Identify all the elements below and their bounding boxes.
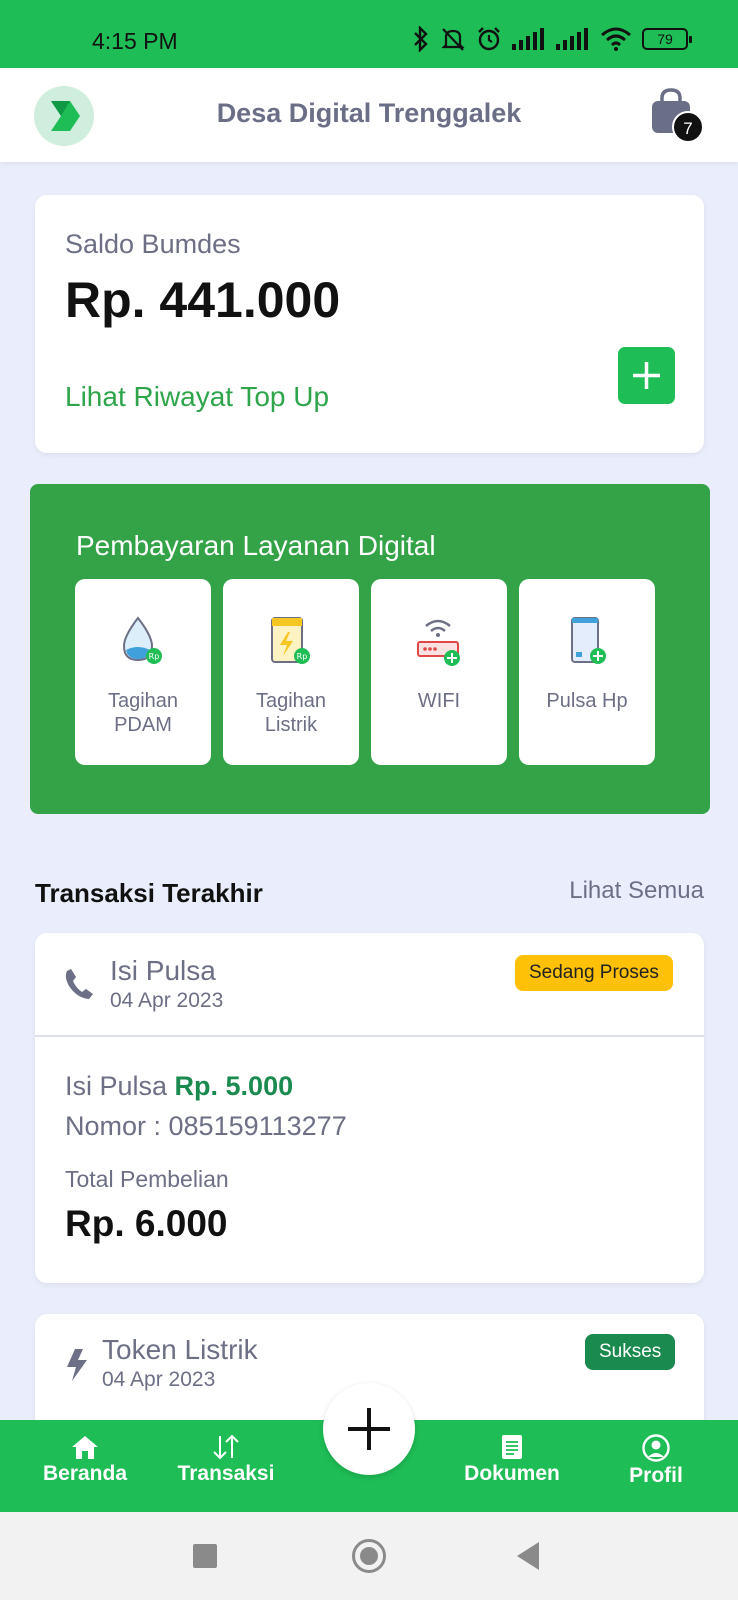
topup-add-button[interactable] — [618, 347, 675, 404]
home-icon — [72, 1436, 98, 1459]
balance-value: Rp. 441.000 — [65, 272, 341, 328]
status-icons: 79 — [412, 26, 692, 52]
service-pdam[interactable]: Rp Tagihan PDAM — [75, 579, 211, 765]
transaction-title: Isi Pulsa — [110, 955, 216, 986]
signal-icon — [512, 28, 544, 50]
status-badge: Sukses — [585, 1334, 676, 1370]
battery-indicator: 79 — [642, 28, 692, 50]
profile-icon — [642, 1434, 670, 1462]
recent-transactions-title: Transaksi Terakhir — [35, 878, 263, 908]
electricity-bill-icon: Rp — [271, 617, 310, 664]
service-pulsa[interactable]: Pulsa Hp — [519, 579, 655, 765]
home-button[interactable] — [352, 1539, 386, 1573]
status-bar: 4:15 PM 79 — [0, 0, 738, 68]
services-title: Pembayaran Layanan Digital — [76, 530, 436, 561]
system-navigation-bar — [0, 1512, 738, 1600]
transfer-arrows-icon — [213, 1434, 239, 1460]
service-wifi[interactable]: WIFI — [371, 579, 507, 765]
plus-icon — [633, 362, 660, 389]
transaction-amount: Rp. 5.000 — [174, 1071, 294, 1101]
mute-bell-icon — [441, 28, 465, 51]
topup-history-link[interactable]: Lihat Riwayat Top Up — [65, 381, 329, 413]
document-icon — [502, 1435, 522, 1459]
total-label: Total Pembelian — [65, 1166, 229, 1192]
balance-label: Saldo Bumdes — [65, 229, 241, 259]
cart-count-badge: 7 — [672, 111, 704, 143]
nav-label: Beranda — [42, 1462, 128, 1485]
see-all-link[interactable]: Lihat Semua — [569, 877, 704, 905]
service-label: Tagihan PDAM — [107, 690, 179, 736]
app-title: Desa Digital Trenggalek — [216, 98, 522, 128]
alarm-icon — [478, 27, 500, 51]
wifi-icon — [601, 27, 631, 51]
transaction-number: Nomor : 085159113277 — [65, 1111, 347, 1141]
nav-beranda[interactable]: Beranda — [38, 1434, 132, 1486]
signal-icon-2 — [556, 28, 588, 50]
balance-card: Saldo Bumdes Rp. 441.000 Lihat Riwayat T… — [35, 195, 704, 453]
nav-label: Dokumen — [464, 1462, 560, 1485]
nav-label: Transaksi — [177, 1462, 275, 1485]
service-label: WIFI — [417, 690, 461, 712]
wifi-router-icon — [417, 619, 460, 666]
nav-label: Profil — [629, 1464, 683, 1487]
plus-icon — [348, 1408, 390, 1450]
svg-text:Rp: Rp — [149, 652, 160, 661]
app-header: Desa Digital Trenggalek 7 — [0, 68, 738, 162]
transaction-detail: Isi Pulsa Rp. 5.000 — [65, 1071, 294, 1101]
status-badge: Sedang Proses — [515, 955, 673, 991]
transaction-date: 04 Apr 2023 — [102, 1368, 216, 1391]
water-drop-icon: Rp — [122, 616, 162, 664]
digital-services-panel: Pembayaran Layanan Digital Rp Tagihan PDA… — [30, 484, 710, 814]
status-time: 4:15 PM — [92, 28, 178, 54]
transaction-card[interactable]: Isi Pulsa 04 Apr 2023 Sedang Proses Isi … — [35, 933, 704, 1283]
nav-profil[interactable]: Profil — [616, 1434, 696, 1488]
svg-text:Rp: Rp — [297, 652, 308, 661]
bluetooth-icon — [414, 26, 428, 52]
transaction-title: Token Listrik — [102, 1334, 258, 1365]
add-floating-button[interactable] — [323, 1383, 415, 1475]
service-label: Pulsa Hp — [546, 690, 628, 712]
recent-apps-button[interactable] — [193, 1544, 217, 1568]
nav-transaksi[interactable]: Transaksi — [176, 1434, 276, 1486]
lightning-icon — [67, 1349, 87, 1381]
service-label: Tagihan Listrik — [255, 690, 327, 736]
service-listrik[interactable]: Rp Tagihan Listrik — [223, 579, 359, 765]
total-value: Rp. 6.000 — [65, 1203, 228, 1244]
back-button[interactable] — [517, 1542, 539, 1570]
transaction-date: 04 Apr 2023 — [110, 989, 224, 1012]
divider — [35, 1035, 704, 1037]
nav-dokumen[interactable]: Dokumen — [460, 1434, 564, 1486]
phone-credit-icon — [571, 617, 606, 664]
phone-icon — [65, 969, 93, 999]
